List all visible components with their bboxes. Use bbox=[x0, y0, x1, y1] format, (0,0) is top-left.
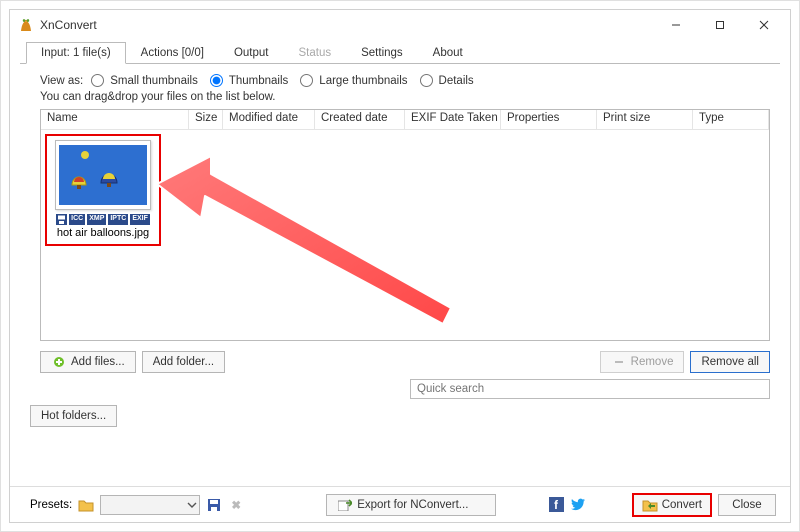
col-properties[interactable]: Properties bbox=[501, 110, 597, 129]
tab-output[interactable]: Output bbox=[219, 42, 284, 64]
twitter-icon[interactable] bbox=[570, 497, 586, 513]
export-icon bbox=[337, 497, 353, 513]
tab-input[interactable]: Input: 1 file(s) bbox=[26, 42, 126, 64]
column-headers[interactable]: Name Size Modified date Created date EXI… bbox=[41, 110, 769, 130]
presets-dropdown[interactable] bbox=[100, 495, 200, 515]
view-as-label: View as: bbox=[40, 75, 83, 87]
add-folder-button[interactable]: Add folder... bbox=[142, 351, 225, 373]
tabbar: Input: 1 file(s) Actions [0/0] Output St… bbox=[10, 40, 790, 64]
save-icon-badge bbox=[56, 214, 67, 225]
radio-thumbnails[interactable]: Thumbnails bbox=[210, 74, 288, 87]
annotation-arrow bbox=[151, 156, 471, 346]
badge-xmp: XMP bbox=[87, 214, 106, 225]
file-list: Name Size Modified date Created date EXI… bbox=[40, 109, 770, 341]
file-list-body[interactable]: ICC XMP IPTC EXIF hot air balloons.jpg bbox=[41, 130, 769, 340]
minus-icon bbox=[611, 354, 627, 370]
tab-status[interactable]: Status bbox=[284, 42, 347, 64]
app-icon bbox=[18, 17, 34, 33]
quick-search-input[interactable] bbox=[410, 379, 770, 399]
export-nconvert-button[interactable]: Export for NConvert... bbox=[326, 494, 496, 516]
drop-hint: You can drag&drop your files on the list… bbox=[10, 89, 790, 109]
col-created[interactable]: Created date bbox=[315, 110, 405, 129]
tab-actions[interactable]: Actions [0/0] bbox=[126, 42, 219, 64]
convert-icon bbox=[642, 497, 658, 513]
file-name: hot air balloons.jpg bbox=[57, 227, 149, 239]
badge-exif: EXIF bbox=[130, 214, 150, 225]
window-title: XnConvert bbox=[40, 18, 97, 32]
badge-icc: ICC bbox=[69, 214, 85, 225]
tab-settings[interactable]: Settings bbox=[346, 42, 418, 64]
col-size[interactable]: Size bbox=[189, 110, 223, 129]
close-button[interactable]: Close bbox=[718, 494, 776, 516]
thumbnail-image bbox=[55, 140, 151, 210]
tab-about[interactable]: About bbox=[418, 42, 478, 64]
remove-button[interactable]: Remove bbox=[600, 351, 685, 373]
footer-bar: Presets: ✖ Export for NConvert... f bbox=[10, 486, 790, 522]
facebook-icon[interactable]: f bbox=[548, 497, 564, 513]
radio-large-thumbnails[interactable]: Large thumbnails bbox=[300, 74, 407, 87]
radio-small-thumbnails[interactable]: Small thumbnails bbox=[91, 74, 198, 87]
col-name[interactable]: Name bbox=[41, 110, 189, 129]
convert-button[interactable]: Convert bbox=[632, 493, 712, 517]
add-files-button[interactable]: Add files... bbox=[40, 351, 136, 373]
file-thumbnail[interactable]: ICC XMP IPTC EXIF hot air balloons.jpg bbox=[45, 134, 161, 246]
chevron-down-icon bbox=[187, 500, 197, 510]
remove-all-button[interactable]: Remove all bbox=[690, 351, 770, 373]
titlebar: XnConvert bbox=[10, 10, 790, 40]
plus-icon bbox=[51, 354, 67, 370]
preset-folder-icon[interactable] bbox=[78, 497, 94, 513]
save-preset-icon[interactable] bbox=[206, 497, 222, 513]
col-exif[interactable]: EXIF Date Taken bbox=[405, 110, 501, 129]
minimize-button[interactable] bbox=[654, 11, 698, 39]
col-print[interactable]: Print size bbox=[597, 110, 693, 129]
hot-folders-button[interactable]: Hot folders... bbox=[30, 405, 117, 427]
maximize-button[interactable] bbox=[698, 11, 742, 39]
col-modified[interactable]: Modified date bbox=[223, 110, 315, 129]
close-window-button[interactable] bbox=[742, 11, 786, 39]
radio-details[interactable]: Details bbox=[420, 74, 474, 87]
metadata-badges: ICC XMP IPTC EXIF bbox=[56, 214, 150, 225]
presets-label: Presets: bbox=[30, 499, 72, 511]
col-type[interactable]: Type bbox=[693, 110, 769, 129]
delete-preset-icon[interactable]: ✖ bbox=[228, 497, 244, 513]
badge-iptc: IPTC bbox=[108, 214, 128, 225]
